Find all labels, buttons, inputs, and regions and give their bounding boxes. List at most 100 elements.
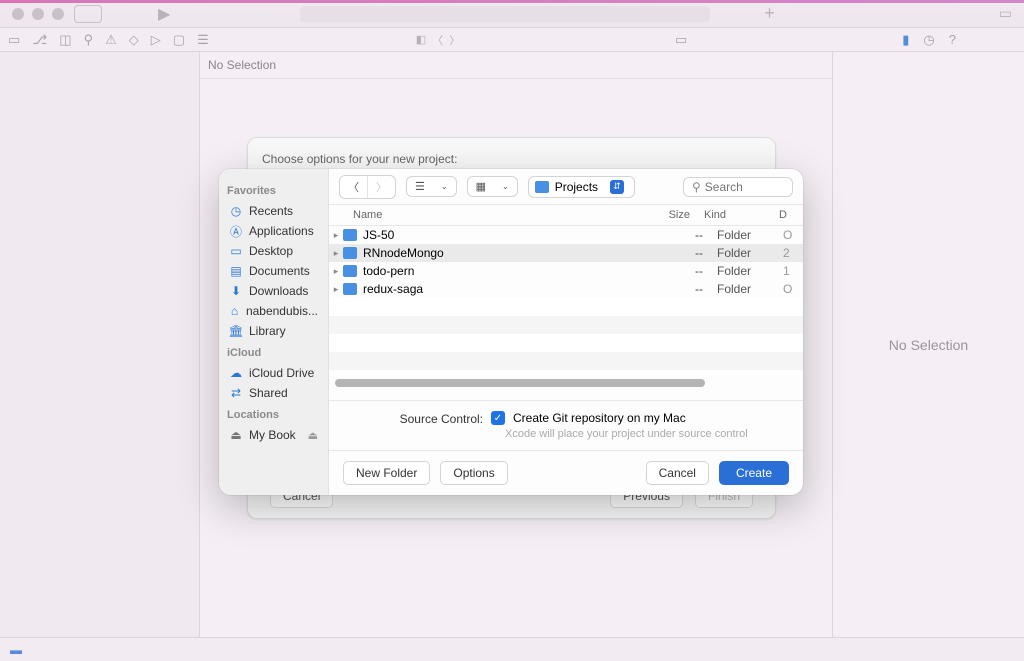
sidebar-item-nabendubis-[interactable]: ⌂ nabendubis... xyxy=(227,301,320,321)
down-icon: ⬇ xyxy=(229,284,243,298)
file-date: 2 xyxy=(783,246,795,260)
column-kind[interactable]: Kind xyxy=(704,209,779,221)
sidebar-item-desktop[interactable]: ▭Desktop xyxy=(227,241,320,261)
source-control-nav-icon[interactable]: ⎇ xyxy=(32,32,47,48)
symbol-nav-icon[interactable]: ◫ xyxy=(59,32,71,48)
disk-icon: ⏏ xyxy=(229,428,243,442)
file-kind: Folder xyxy=(703,282,783,296)
git-help-text: Xcode will place your project under sour… xyxy=(505,428,789,440)
file-date: O xyxy=(783,282,795,296)
filter-icon[interactable]: ▬ xyxy=(10,643,22,657)
horizontal-scrollbar[interactable] xyxy=(329,376,803,390)
folder-icon xyxy=(343,229,357,241)
dialog-options-area: Source Control: ✓ Create Git repository … xyxy=(329,400,803,450)
minimize-icon[interactable] xyxy=(32,8,44,20)
shared-icon: ⇄ xyxy=(229,386,243,400)
help-inspector-icon[interactable]: ? xyxy=(949,32,956,48)
test-nav-icon[interactable]: ◇ xyxy=(129,32,139,48)
file-list: ▸JS-50--FolderO▸RNnodeMongo--Folder2▸tod… xyxy=(329,226,803,400)
folder-nav-icon[interactable]: ▭ xyxy=(8,32,20,48)
eject-icon[interactable]: ⏏ xyxy=(308,429,318,442)
table-row[interactable]: ▸JS-50--FolderO xyxy=(329,226,803,244)
editor-options-icon[interactable]: ▭ xyxy=(675,32,687,48)
sidebar-item-label: Downloads xyxy=(249,284,308,298)
search-field[interactable]: ⚲ xyxy=(683,177,793,197)
view-mode-grid[interactable]: ▦ ⌄ xyxy=(467,176,518,197)
sidebar-item-label: iCloud Drive xyxy=(249,366,314,380)
dialog-button-bar: New Folder Options Cancel Create xyxy=(329,450,803,495)
editor-forward-icon[interactable]: 〉 xyxy=(449,32,460,48)
navigator-toolbar: ▭ ⎇ ◫ ⚲ ⚠ ◇ ▷ ▢ ☰ ◧ 〈 〉 ▭ ▮ ◷ ? xyxy=(0,28,1024,52)
scheme-title-area[interactable] xyxy=(300,6,710,22)
disclosure-icon[interactable]: ▸ xyxy=(329,284,343,295)
app-icon: Ⓐ xyxy=(229,224,243,238)
sidebar-item-label: Documents xyxy=(249,264,310,278)
column-size[interactable]: Size xyxy=(634,209,704,221)
git-checkbox[interactable]: ✓ xyxy=(491,411,505,425)
sidebar-item-label: nabendubis... xyxy=(246,304,318,318)
disclosure-icon[interactable]: ▸ xyxy=(329,266,343,277)
folder-icon xyxy=(343,265,357,277)
sidebar-item-my-book[interactable]: ⏏ My Book ⏏ xyxy=(227,425,320,445)
traffic-lights[interactable] xyxy=(12,8,64,20)
create-button[interactable]: Create xyxy=(719,461,789,485)
sidebar-group-icloud: iCloud xyxy=(227,347,320,359)
column-name[interactable]: Name xyxy=(329,209,634,221)
new-folder-button[interactable]: New Folder xyxy=(343,461,430,485)
debug-nav-icon[interactable]: ▷ xyxy=(151,32,161,48)
options-button[interactable]: Options xyxy=(440,461,507,485)
window-titlebar: ▶ + ▭ xyxy=(0,0,1024,28)
clock-icon: ◷ xyxy=(229,204,243,218)
sidebar-item-icloud-drive[interactable]: ☁ iCloud Drive xyxy=(227,363,320,383)
disclosure-icon[interactable]: ▸ xyxy=(329,248,343,259)
updown-icon: ⇵ xyxy=(610,180,624,194)
file-kind: Folder xyxy=(703,228,783,242)
folder-icon xyxy=(343,283,357,295)
table-row[interactable]: ▸todo-pern--Folder1 xyxy=(329,262,803,280)
home-icon: ⌂ xyxy=(229,304,240,318)
report-nav-icon[interactable]: ☰ xyxy=(197,32,209,48)
add-tab-button[interactable]: + xyxy=(764,3,775,24)
sidebar-item-label: Recents xyxy=(249,204,293,218)
editor-back-icon[interactable]: 〈 xyxy=(432,32,443,48)
panel-toggle-icon[interactable]: ◧ xyxy=(416,33,426,46)
finder-sidebar: Favorites ◷RecentsⒶApplications▭Desktop▤… xyxy=(219,169,329,495)
close-icon[interactable] xyxy=(12,8,24,20)
location-popup-button[interactable]: Projects ⇵ xyxy=(528,176,635,198)
zoom-icon[interactable] xyxy=(52,8,64,20)
sidebar-item-recents[interactable]: ◷ Recents xyxy=(227,201,320,221)
sidebar-toggle-icon[interactable] xyxy=(74,5,102,23)
file-size: -- xyxy=(643,264,703,278)
sidebar-item-documents[interactable]: ▤Documents xyxy=(227,261,320,281)
file-name: todo-pern xyxy=(363,264,643,278)
location-label: Projects xyxy=(555,180,598,194)
scrollbar-thumb[interactable] xyxy=(335,379,705,387)
sidebar-item-shared[interactable]: ⇄Shared xyxy=(227,383,320,403)
run-button[interactable]: ▶ xyxy=(158,4,170,24)
find-nav-icon[interactable]: ⚲ xyxy=(84,32,94,48)
sidebar-item-downloads[interactable]: ⬇ Downloads xyxy=(227,281,320,301)
sidebar-item-library[interactable]: 🏛Library xyxy=(227,321,320,341)
cloud-icon: ☁ xyxy=(229,366,243,380)
sidebar-item-label: My Book xyxy=(249,428,296,442)
sidebar-item-label: Applications xyxy=(249,224,314,238)
git-checkbox-label[interactable]: Create Git repository on my Mac xyxy=(513,411,686,425)
folder-icon xyxy=(535,181,549,193)
issue-nav-icon[interactable]: ⚠ xyxy=(105,32,117,48)
disclosure-icon[interactable]: ▸ xyxy=(329,230,343,241)
library-icon[interactable]: ▭ xyxy=(999,5,1012,22)
search-input[interactable] xyxy=(705,180,784,194)
breakpoint-nav-icon[interactable]: ▢ xyxy=(173,32,185,48)
file-inspector-icon[interactable]: ▮ xyxy=(902,32,909,48)
table-row[interactable]: ▸RNnodeMongo--Folder2 xyxy=(329,244,803,262)
history-inspector-icon[interactable]: ◷ xyxy=(923,32,934,48)
table-row[interactable]: ▸redux-saga--FolderO xyxy=(329,280,803,298)
cancel-button[interactable]: Cancel xyxy=(646,461,709,485)
nav-back-button[interactable]: 〈 xyxy=(340,176,367,198)
file-name: RNnodeMongo xyxy=(363,246,643,260)
view-mode-list[interactable]: ☰ ⌄ xyxy=(406,176,457,197)
column-date[interactable]: D xyxy=(779,209,791,221)
file-size: -- xyxy=(643,246,703,260)
file-list-header[interactable]: Name Size Kind D xyxy=(329,205,803,226)
sidebar-item-applications[interactable]: Ⓐ Applications xyxy=(227,221,320,241)
